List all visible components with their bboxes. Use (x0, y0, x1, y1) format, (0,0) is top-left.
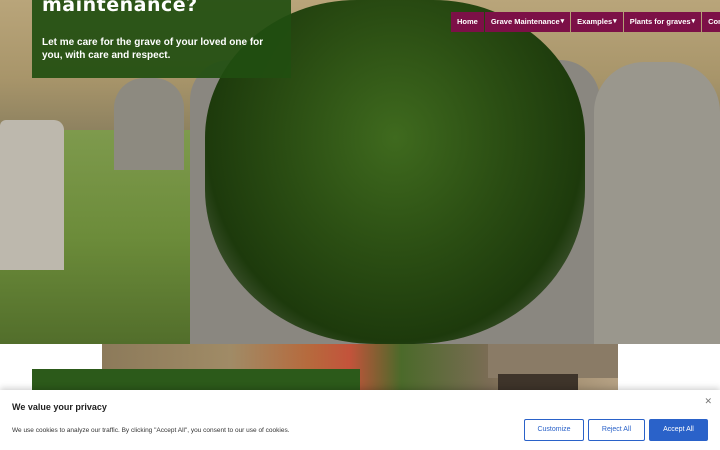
hero-text: Let me care for the grave of your loved … (42, 37, 264, 61)
accept-all-button[interactable]: Accept All (649, 419, 708, 441)
hero-heading: maintenance? (42, 0, 198, 16)
close-icon[interactable]: ✕ (704, 396, 712, 407)
nav-grave-maintenance[interactable]: Grave Maintenance ▾ (484, 12, 571, 32)
gravestone-left (0, 120, 64, 270)
nav-plants-label: Plants for graves (629, 17, 691, 26)
nav-home[interactable]: Home (451, 12, 484, 32)
building-roof (488, 344, 618, 378)
hero-caption: maintenance? Let me care for the grave o… (32, 0, 291, 78)
cookie-message: We use cookies to analyze our traffic. B… (12, 427, 290, 434)
chevron-down-icon: ▾ (691, 18, 696, 25)
chevron-down-icon: ▾ (613, 18, 617, 25)
nav-contact[interactable]: Contact (702, 12, 720, 32)
reject-all-button[interactable]: Reject All (588, 419, 645, 441)
nav-home-label: Home (457, 17, 478, 26)
nav-examples-label: Examples (577, 17, 613, 26)
chevron-down-icon: ▾ (560, 18, 565, 25)
customize-button[interactable]: Customize (524, 419, 584, 441)
main-navigation: Home Grave Maintenance ▾ Examples ▾ Plan… (450, 12, 720, 32)
nav-examples[interactable]: Examples ▾ (571, 12, 623, 32)
cookie-title: We value your privacy (12, 402, 107, 412)
nav-grave-maintenance-label: Grave Maintenance (490, 17, 560, 26)
gravestone-right (594, 62, 720, 344)
cookie-banner: We value your privacy We use cookies to … (0, 390, 720, 450)
nav-plants-for-graves[interactable]: Plants for graves ▾ (623, 12, 702, 32)
nav-contact-label: Contact (708, 17, 720, 26)
gravestone-small (114, 78, 184, 170)
